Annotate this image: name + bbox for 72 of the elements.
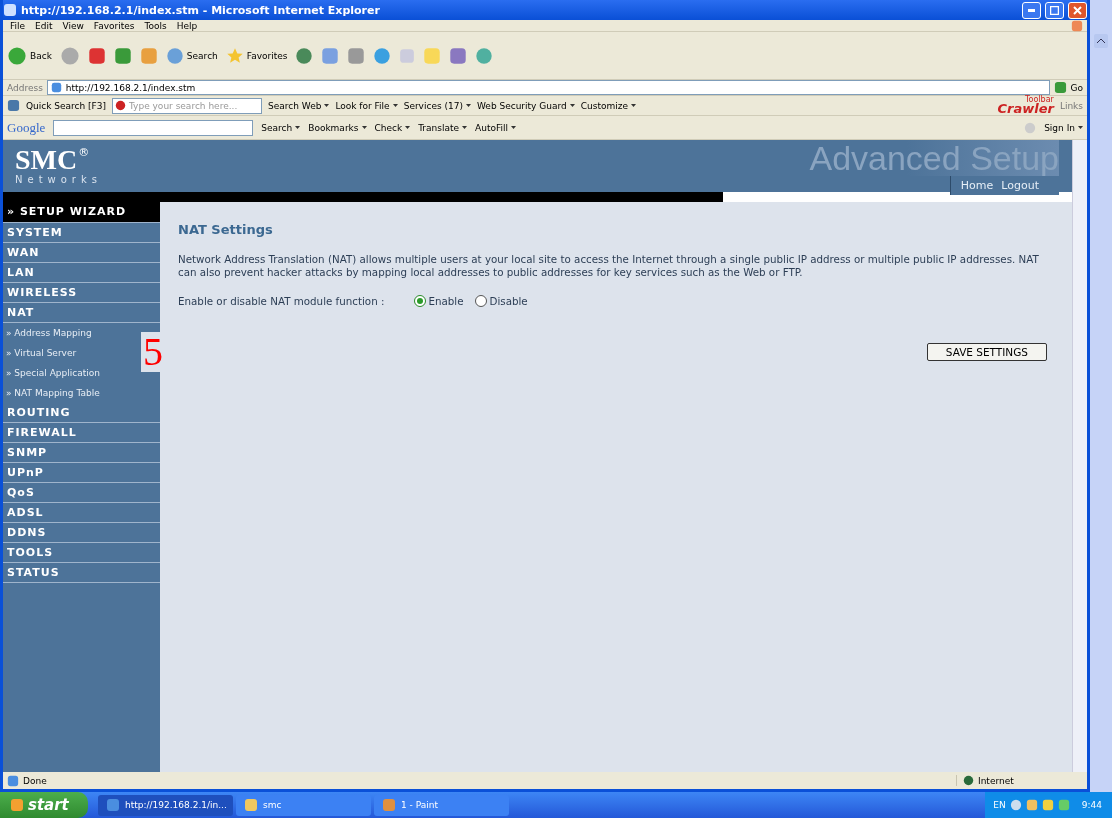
toolbar-button[interactable]: Customize <box>580 100 636 111</box>
caret-icon <box>462 126 468 129</box>
caret-icon <box>630 104 636 107</box>
taskbar-button[interactable]: http://192.168.2.1/in... <box>98 794 233 816</box>
scroll-up-icon[interactable] <box>1094 34 1108 48</box>
taskbar-button[interactable]: smc <box>236 794 371 816</box>
maximize-icon <box>1050 5 1059 15</box>
go-button[interactable]: Go <box>1070 82 1083 93</box>
menu-item[interactable]: Tools <box>141 20 170 31</box>
radio-option[interactable]: Disable <box>475 295 528 307</box>
language-indicator[interactable]: EN <box>993 800 1006 810</box>
menu-item[interactable]: Edit <box>32 20 56 31</box>
description: Network Address Translation (NAT) allows multiple users at your local site to access the Internet through a single public IP address or multiple public IP addresses. NAT can also prevent hacker attacks by mapping local addresses to public addresses for key services such as the Web or FTP. <box>178 253 1040 279</box>
minimize-button[interactable] <box>1022 1 1041 19</box>
nat-label: Enable or disable NAT module function : <box>178 295 385 307</box>
logo-subtitle: Networks <box>15 174 102 185</box>
quick-search-button[interactable]: Quick Search [F3] <box>26 100 106 111</box>
caret-icon <box>405 126 411 129</box>
menu-item[interactable]: View <box>59 20 87 31</box>
save-settings-button[interactable]: SAVE SETTINGS <box>926 343 1047 361</box>
close-icon <box>1073 5 1082 15</box>
taskbar-button[interactable]: 1 - Paint <box>374 794 509 816</box>
annotation-number: 5 <box>141 332 165 372</box>
toolbar-button[interactable]: AutoFill <box>475 122 516 133</box>
status-text: Done <box>23 775 47 786</box>
toolbar-button[interactable]: Web Security Guard <box>476 100 575 111</box>
sign-in-button[interactable]: Sign In <box>1044 122 1083 133</box>
toolbar-button[interactable]: Check <box>374 122 411 133</box>
toolbar-button[interactable]: Look for File <box>335 100 398 111</box>
caret-icon <box>1078 126 1083 129</box>
caret-icon <box>569 104 575 107</box>
maximize-button[interactable] <box>1045 1 1064 19</box>
smc-logo: SMC <box>15 146 78 174</box>
clock: 9:44 <box>1081 800 1102 810</box>
menu-item[interactable]: Favorites <box>90 20 138 31</box>
radio-button[interactable] <box>475 295 488 307</box>
toolbar-button[interactable]: Bookmarks <box>308 122 367 133</box>
registered-mark: ® <box>78 146 90 159</box>
caret-icon <box>392 104 398 107</box>
toolbar-button[interactable]: Search <box>165 46 218 65</box>
minimize-icon <box>1028 8 1035 12</box>
toolbar-button[interactable]: Services (17) <box>403 100 471 111</box>
links-button[interactable]: Links <box>1059 100 1083 111</box>
toolbar-brand-tag: Toolbar <box>1025 96 1054 103</box>
window-title: http://192.168.2.1/index.stm - Microsoft Internet Explorer <box>21 3 380 17</box>
toolbar-button[interactable]: Search Web <box>268 100 330 111</box>
scrollbar[interactable] <box>1072 140 1087 772</box>
caret-icon <box>324 104 330 107</box>
caret-icon <box>361 126 367 129</box>
google-logo: Google <box>7 119 46 136</box>
toolbar-button[interactable]: Back <box>7 45 52 66</box>
menu-item[interactable]: File <box>7 20 29 31</box>
google-search-field[interactable] <box>53 119 254 136</box>
zone-text: Internet <box>978 775 1014 786</box>
toolbar-button[interactable]: Search <box>261 122 301 133</box>
star-icon <box>225 46 244 65</box>
page-heading: NAT Settings <box>178 222 274 237</box>
address-label: Address <box>7 82 43 93</box>
radio-option[interactable]: Enable <box>414 295 464 307</box>
close-button[interactable] <box>1068 1 1087 19</box>
toolbar-button[interactable]: Favorites <box>225 46 288 65</box>
logout-link[interactable]: Logout <box>1001 179 1039 192</box>
caret-icon <box>511 126 516 129</box>
radio-button[interactable] <box>414 295 427 307</box>
caret-icon <box>295 126 301 129</box>
sidebar-item[interactable]: » SETUP WIZARD <box>3 202 160 223</box>
toolbar-button[interactable]: Translate <box>418 122 468 133</box>
caret-icon <box>465 104 471 107</box>
crawler-logo: Crawler <box>997 103 1054 115</box>
home-link[interactable]: Home <box>960 179 994 192</box>
address-field[interactable]: http://192.168.2.1/index.stm <box>46 80 1050 95</box>
menu-item[interactable]: Help <box>173 20 201 31</box>
